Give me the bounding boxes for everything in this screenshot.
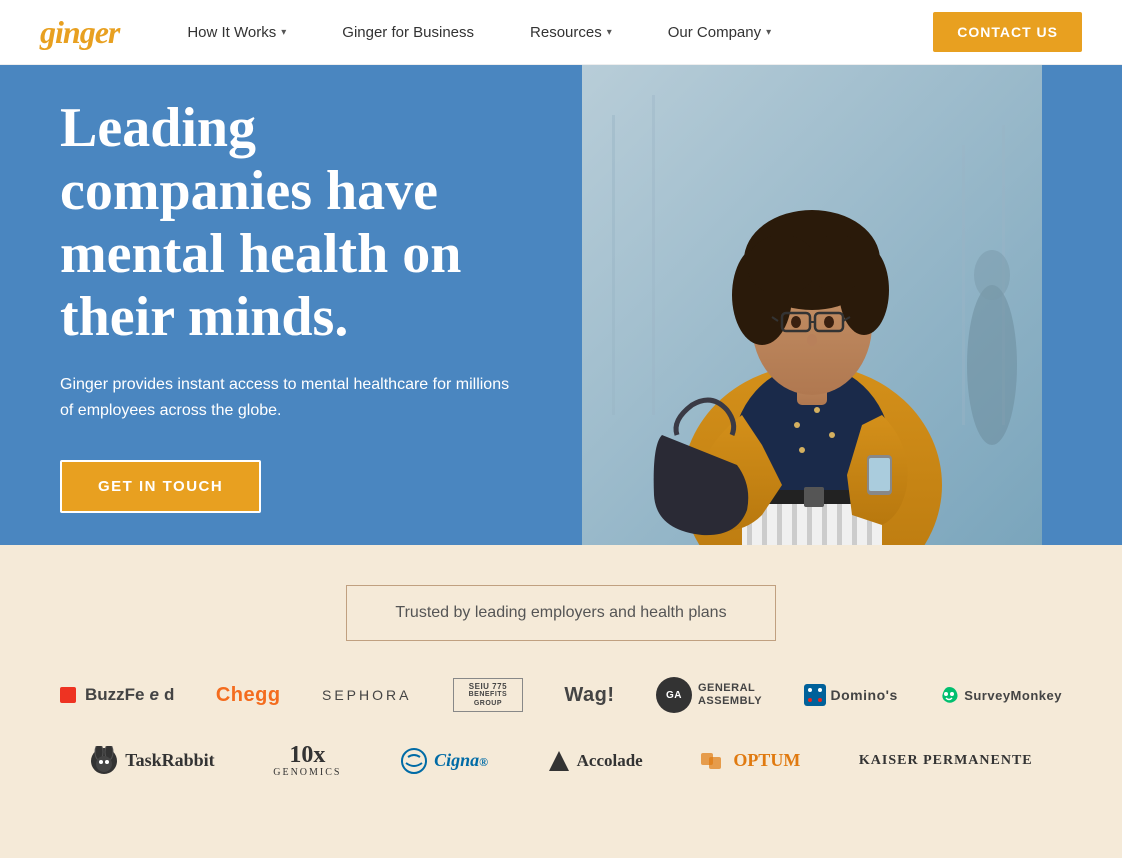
sephora-logo: SEPHORA	[322, 687, 411, 703]
nav-links: How It Works ▾ Ginger for Business Resou…	[159, 0, 933, 65]
dominos-logo: Domino's	[804, 684, 898, 706]
cigna-logo: Cigna®	[400, 747, 488, 775]
optum-icon	[701, 751, 729, 771]
logos-row-2: TaskRabbit 10x GENOMICS Cigna® Accolade	[60, 743, 1062, 778]
hero-title: Leading companies have mental health on …	[60, 97, 520, 348]
accolade-icon	[547, 749, 571, 773]
chevron-down-icon: ▾	[766, 27, 771, 38]
hero-image	[582, 65, 1042, 545]
hero-subtitle: Ginger provides instant access to mental…	[60, 372, 510, 423]
wag-logo: Wag!	[564, 684, 614, 707]
trusted-banner: Trusted by leading employers and health …	[346, 585, 776, 641]
buzzfeed-icon	[60, 687, 76, 703]
ga-badge: GA	[656, 677, 692, 713]
tenx-genomics-logo: 10x GENOMICS	[273, 743, 341, 778]
tenx-number: 10x	[273, 743, 341, 767]
chevron-down-icon: ▾	[281, 27, 286, 38]
trusted-text: Trusted by leading employers and health …	[395, 604, 726, 621]
hero-person-illustration	[582, 65, 1042, 545]
contact-us-button[interactable]: CONTACT US	[933, 12, 1082, 52]
hero-photo	[582, 65, 1042, 545]
nav-label: How It Works	[187, 24, 276, 41]
navbar: ginger How It Works ▾ Ginger for Busines…	[0, 0, 1122, 65]
hero-content: Leading companies have mental health on …	[0, 65, 580, 545]
seiu-box: SEIU 775 BENEFITS GROUP	[453, 678, 523, 712]
buzzfeed-logo: BuzzFeed	[60, 685, 174, 705]
logos-row-1: BuzzFeed Chegg SEPHORA SEIU 775 BENEFITS…	[60, 677, 1062, 713]
surveymonkey-logo: SurveyMonkey	[939, 685, 1062, 705]
dominos-icon	[804, 684, 826, 706]
accolade-logo: Accolade	[547, 749, 643, 773]
general-assembly-logo: GA GENERALASSEMBLY	[656, 677, 762, 713]
nav-label: Ginger for Business	[342, 24, 474, 41]
nav-label: Resources	[530, 24, 602, 41]
ga-label: GENERALASSEMBLY	[698, 682, 762, 708]
taskrabbit-icon	[89, 746, 119, 776]
nav-item-ginger-for-business[interactable]: Ginger for Business	[314, 0, 502, 65]
kaiser-permanente-logo: KAISER PERMANENTE	[859, 753, 1033, 769]
nav-label: Our Company	[668, 24, 761, 41]
tenx-label: GENOMICS	[273, 767, 341, 778]
surveymonkey-icon	[939, 685, 959, 705]
hero-section: Leading companies have mental health on …	[0, 65, 1122, 545]
nav-item-how-it-works[interactable]: How It Works ▾	[159, 0, 314, 65]
get-in-touch-button[interactable]: GET IN TOUCH	[60, 460, 261, 513]
chevron-down-icon: ▾	[607, 27, 612, 38]
chegg-logo: Chegg	[216, 684, 281, 707]
trusted-section: Trusted by leading employers and health …	[0, 545, 1122, 858]
taskrabbit-logo: TaskRabbit	[89, 746, 214, 776]
cigna-icon	[400, 747, 428, 775]
nav-item-our-company[interactable]: Our Company ▾	[640, 0, 799, 65]
nav-item-resources[interactable]: Resources ▾	[502, 0, 640, 65]
optum-logo: OPTUM	[701, 750, 800, 771]
logo[interactable]: ginger	[40, 14, 119, 51]
seiu-logo: SEIU 775 BENEFITS GROUP	[453, 678, 523, 712]
